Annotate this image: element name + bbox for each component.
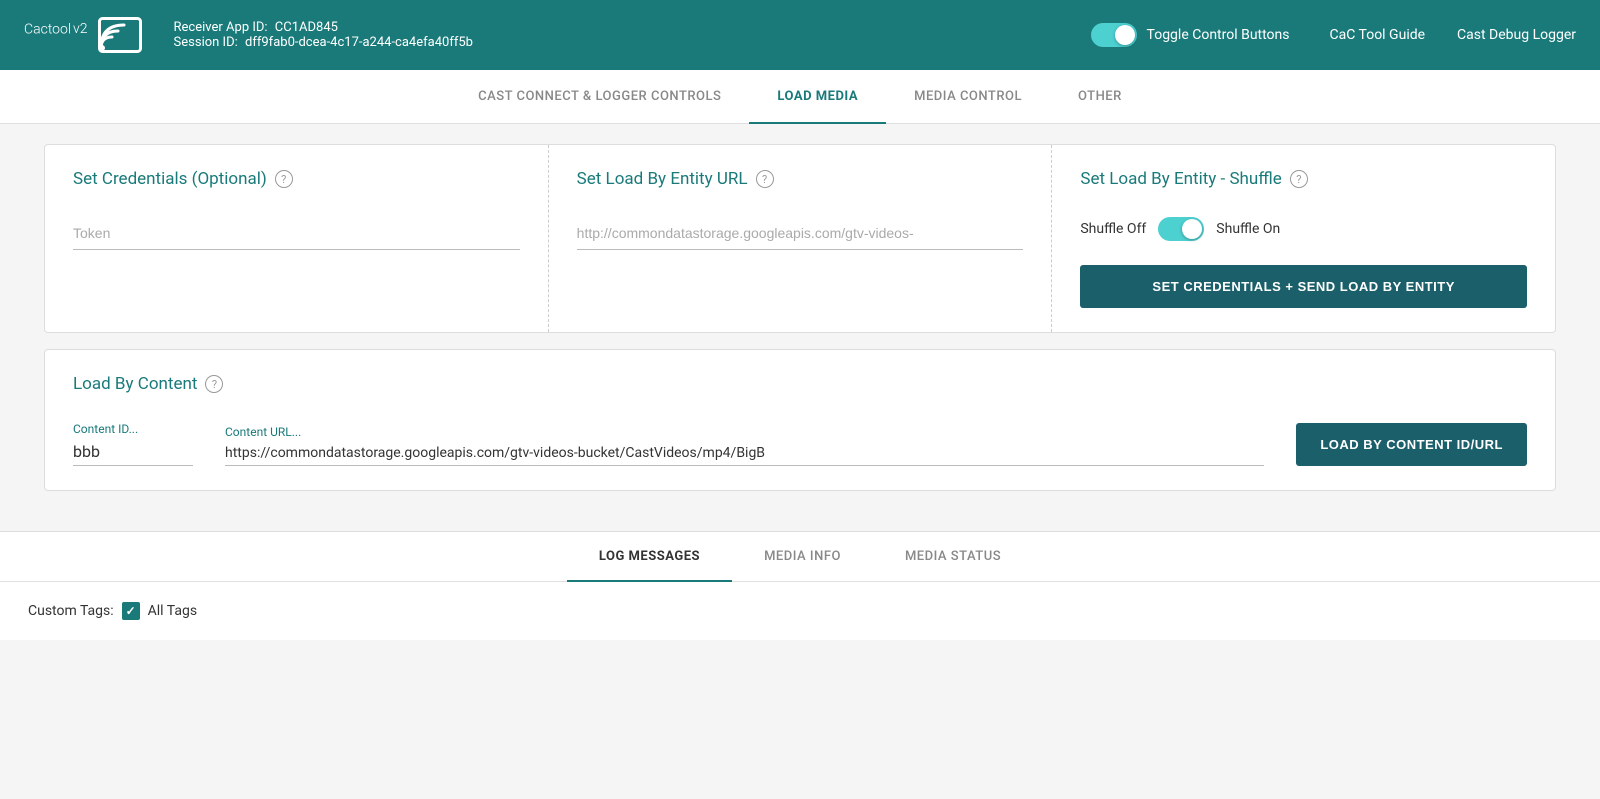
entity-url-input[interactable]: [577, 217, 1024, 250]
toggle-label: Toggle Control Buttons: [1147, 27, 1290, 43]
content-id-label: Content ID...: [73, 422, 193, 436]
bottom-section: LOG MESSAGES MEDIA INFO MEDIA STATUS Cus…: [0, 531, 1600, 640]
tab-media-status[interactable]: MEDIA STATUS: [873, 533, 1033, 582]
session-id: Session ID: dff9fab0-dcea-4c17-a244-ca4e…: [174, 35, 1091, 50]
load-by-content-help-icon[interactable]: ?: [205, 375, 223, 393]
tab-other[interactable]: OTHER: [1050, 71, 1150, 124]
content-url-value: https://commondatastorage.googleapis.com…: [225, 445, 1264, 466]
shuffle-on-label: Shuffle On: [1216, 221, 1280, 237]
custom-tags-label: Custom Tags:: [28, 603, 114, 619]
all-tags-label: All Tags: [148, 603, 197, 619]
content-id-value: bbb: [73, 442, 193, 466]
bottom-nav-tabs: LOG MESSAGES MEDIA INFO MEDIA STATUS: [0, 532, 1600, 582]
cards-row: Set Credentials (Optional) ? Set Load By…: [44, 144, 1556, 333]
content-url-group: Content URL... https://commondatastorage…: [225, 425, 1264, 466]
credentials-help-icon[interactable]: ?: [275, 170, 293, 188]
load-by-content-card: Load By Content ? Content ID... bbb Cont…: [44, 349, 1556, 491]
entity-url-card: Set Load By Entity URL ?: [549, 145, 1053, 332]
entity-url-card-title: Set Load By Entity URL ?: [577, 169, 1024, 189]
header-links: CaC Tool Guide Cast Debug Logger: [1330, 27, 1577, 43]
toggle-section: Toggle Control Buttons: [1091, 23, 1290, 47]
set-credentials-send-load-by-entity-button[interactable]: SET CREDENTIALS + SEND LOAD BY ENTITY: [1080, 265, 1527, 308]
cast-debug-logger-link[interactable]: Cast Debug Logger: [1457, 27, 1576, 43]
content-url-label: Content URL...: [225, 425, 1264, 439]
shuffle-toggle-row: Shuffle Off Shuffle On: [1080, 217, 1527, 241]
load-content-fields: Content ID... bbb Content URL... https:/…: [73, 422, 1527, 466]
credentials-card: Set Credentials (Optional) ?: [45, 145, 549, 332]
tab-media-control[interactable]: MEDIA CONTROL: [886, 71, 1050, 124]
load-by-content-title: Load By Content ?: [73, 374, 1527, 394]
app-name: Cactoolv2: [24, 20, 88, 50]
toggle-control-buttons[interactable]: [1091, 23, 1137, 47]
token-input[interactable]: [73, 217, 520, 250]
cac-tool-guide-link[interactable]: CaC Tool Guide: [1330, 27, 1426, 43]
entity-shuffle-card: Set Load By Entity - Shuffle ? Shuffle O…: [1052, 145, 1555, 332]
entity-shuffle-card-title: Set Load By Entity - Shuffle ?: [1080, 169, 1527, 189]
logo: Cactoolv2: [24, 17, 142, 53]
shuffle-toggle[interactable]: [1158, 217, 1204, 241]
entity-url-help-icon[interactable]: ?: [756, 170, 774, 188]
receiver-app-id: Receiver App ID: CC1AD845: [174, 20, 1091, 35]
app-header: Cactoolv2 Receiver App ID: CC1AD845 Sess…: [0, 0, 1600, 70]
session-info: Receiver App ID: CC1AD845 Session ID: df…: [174, 20, 1091, 50]
log-messages-content: Custom Tags: All Tags: [0, 582, 1600, 640]
content-id-group: Content ID... bbb: [73, 422, 193, 466]
entity-shuffle-help-icon[interactable]: ?: [1290, 170, 1308, 188]
main-nav-tabs: CAST CONNECT & LOGGER CONTROLS LOAD MEDI…: [0, 70, 1600, 124]
shuffle-off-label: Shuffle Off: [1080, 221, 1146, 237]
load-by-content-id-url-button[interactable]: LOAD BY CONTENT ID/URL: [1296, 423, 1527, 466]
tab-load-media[interactable]: LOAD MEDIA: [749, 71, 886, 124]
credentials-card-title: Set Credentials (Optional) ?: [73, 169, 520, 189]
tab-cast-connect[interactable]: CAST CONNECT & LOGGER CONTROLS: [450, 71, 749, 124]
all-tags-checkbox[interactable]: [122, 602, 140, 620]
custom-tags-row: Custom Tags: All Tags: [28, 602, 1572, 620]
cast-logo-icon: [98, 17, 142, 53]
main-content: Set Credentials (Optional) ? Set Load By…: [20, 124, 1580, 527]
tab-log-messages[interactable]: LOG MESSAGES: [567, 533, 732, 582]
tab-media-info[interactable]: MEDIA INFO: [732, 533, 873, 582]
